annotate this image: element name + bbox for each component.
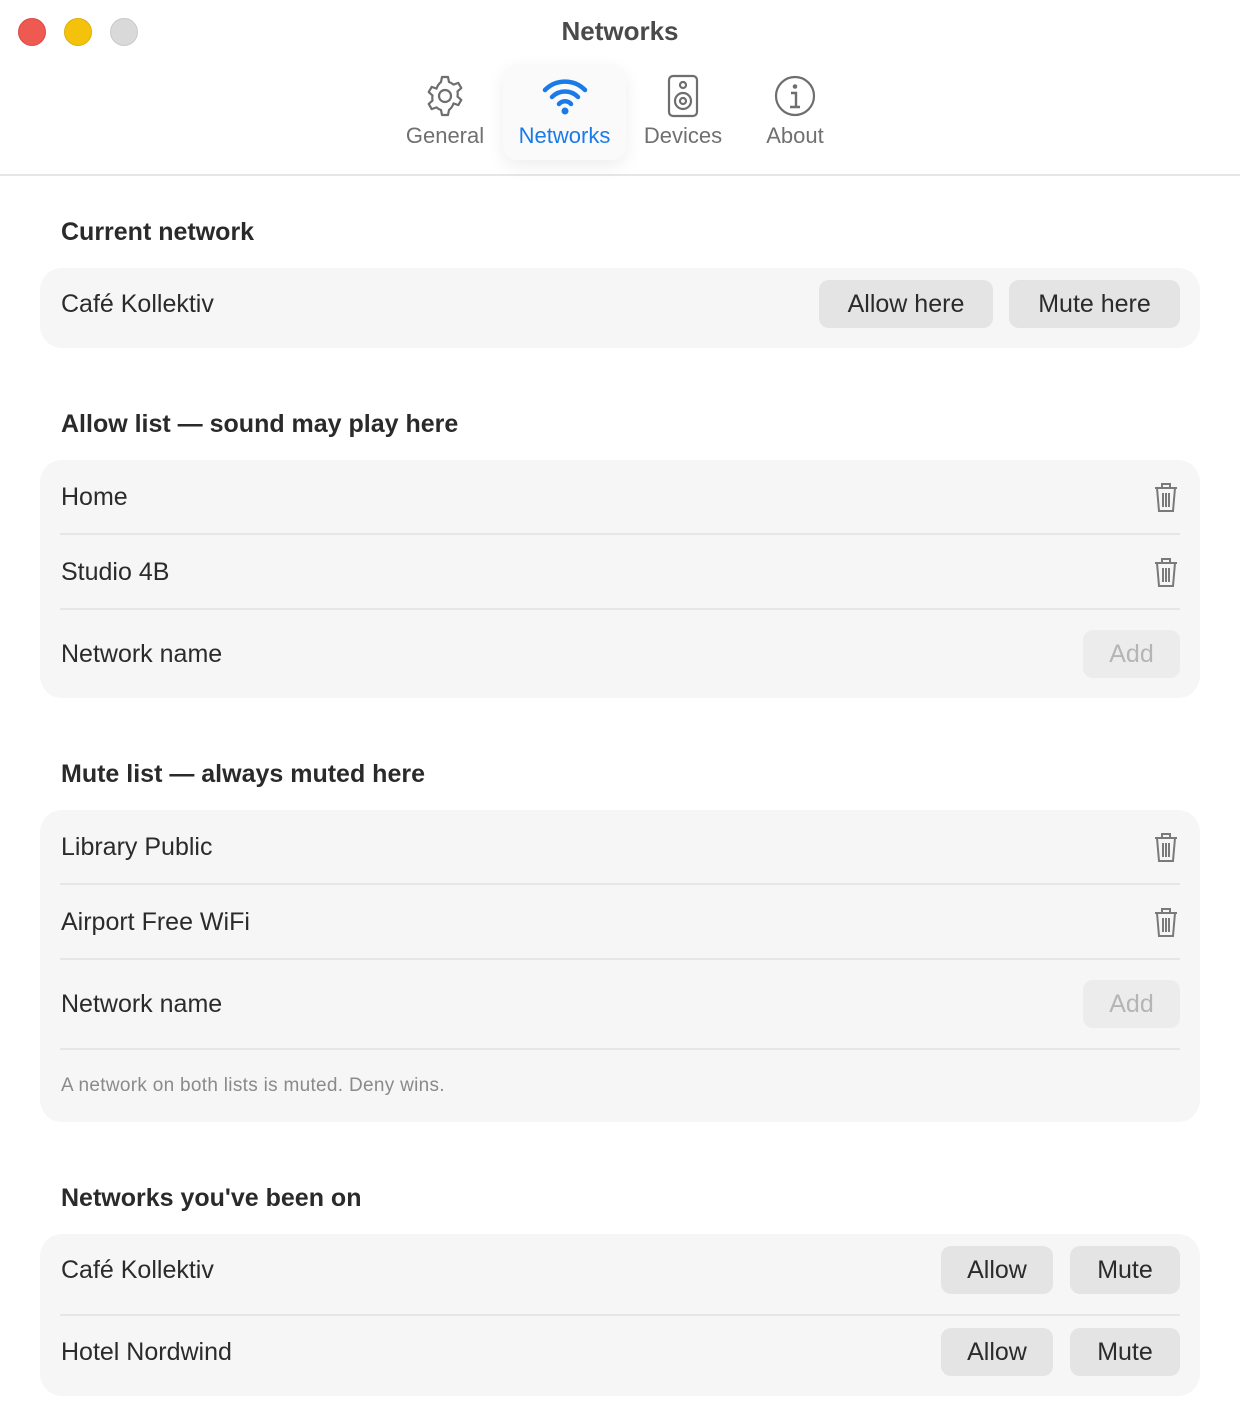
tab-label: About bbox=[766, 123, 824, 148]
add-network-row: Network name Add bbox=[60, 960, 1180, 1048]
mute-add-button[interactable]: Add bbox=[1083, 980, 1180, 1028]
allow-add-button[interactable]: Add bbox=[1083, 630, 1180, 678]
history-network-name: Café Kollektiv bbox=[61, 1256, 214, 1284]
mute-list-note: A network on both lists is muted. Deny w… bbox=[61, 1075, 445, 1096]
history-card: Café Kollektiv Allow Mute Hotel Nordwind… bbox=[40, 1234, 1200, 1396]
section-title-mute-list: Mute list — always muted here bbox=[61, 760, 425, 788]
tab-devices[interactable]: Devices bbox=[636, 64, 730, 160]
mute-here-button[interactable]: Mute here bbox=[1009, 280, 1180, 328]
allow-item-label: Home bbox=[61, 483, 128, 511]
trash-icon[interactable] bbox=[1152, 481, 1180, 513]
window-title: Networks bbox=[561, 16, 679, 46]
tab-general[interactable]: General bbox=[395, 64, 495, 160]
mute-item-label: Library Public bbox=[61, 833, 213, 861]
list-item: Hotel Nordwind Allow Mute bbox=[60, 1316, 1180, 1396]
add-network-row: Network name Add bbox=[60, 610, 1180, 698]
history-network-name: Hotel Nordwind bbox=[61, 1338, 232, 1366]
list-item: Café Kollektiv Allow Mute bbox=[60, 1234, 1180, 1314]
trash-icon[interactable] bbox=[1152, 831, 1180, 863]
history-mute-button[interactable]: Mute bbox=[1070, 1246, 1180, 1294]
tab-networks[interactable]: Networks bbox=[503, 64, 626, 160]
list-item: Studio 4B bbox=[60, 535, 1180, 609]
divider bbox=[60, 1048, 1180, 1050]
trash-icon[interactable] bbox=[1152, 906, 1180, 938]
tab-label: General bbox=[405, 123, 485, 148]
list-item: Airport Free WiFi bbox=[60, 885, 1180, 959]
current-network-name: Café Kollektiv bbox=[61, 290, 214, 318]
allow-network-name-input[interactable]: Network name bbox=[61, 640, 222, 669]
allow-here-button[interactable]: Allow here bbox=[819, 280, 993, 328]
allow-list-card: Home Studio 4B Network name Add bbox=[40, 460, 1200, 698]
history-mute-button[interactable]: Mute bbox=[1070, 1328, 1180, 1376]
history-allow-button[interactable]: Allow bbox=[941, 1328, 1053, 1376]
section-title-current-network: Current network bbox=[61, 218, 255, 246]
wifi-icon bbox=[503, 74, 626, 118]
allow-item-label: Studio 4B bbox=[61, 558, 170, 586]
toolbar-tabs: General Networks Devices About bbox=[0, 64, 1240, 160]
tab-about[interactable]: About bbox=[754, 64, 836, 160]
section-title-history: Networks you've been on bbox=[61, 1184, 362, 1212]
section-title-allow-list: Allow list — sound may play here bbox=[61, 410, 459, 438]
gear-icon bbox=[395, 74, 495, 118]
tab-label: Devices bbox=[643, 123, 723, 148]
mute-list-card: Library Public Airport Free WiFi Network… bbox=[40, 810, 1200, 1122]
mute-item-label: Airport Free WiFi bbox=[61, 908, 250, 936]
list-item: Library Public bbox=[60, 810, 1180, 884]
current-network-card: Café Kollektiv Allow here Mute here bbox=[40, 268, 1200, 348]
trash-icon[interactable] bbox=[1152, 556, 1180, 588]
speaker-icon bbox=[636, 74, 730, 118]
tab-label: Networks bbox=[518, 123, 611, 148]
title-bar: Networks General Networks Devices About bbox=[0, 0, 1240, 176]
list-item: Home bbox=[60, 460, 1180, 534]
mute-network-name-input[interactable]: Network name bbox=[61, 990, 222, 1019]
history-allow-button[interactable]: Allow bbox=[941, 1246, 1053, 1294]
info-icon bbox=[754, 74, 836, 118]
